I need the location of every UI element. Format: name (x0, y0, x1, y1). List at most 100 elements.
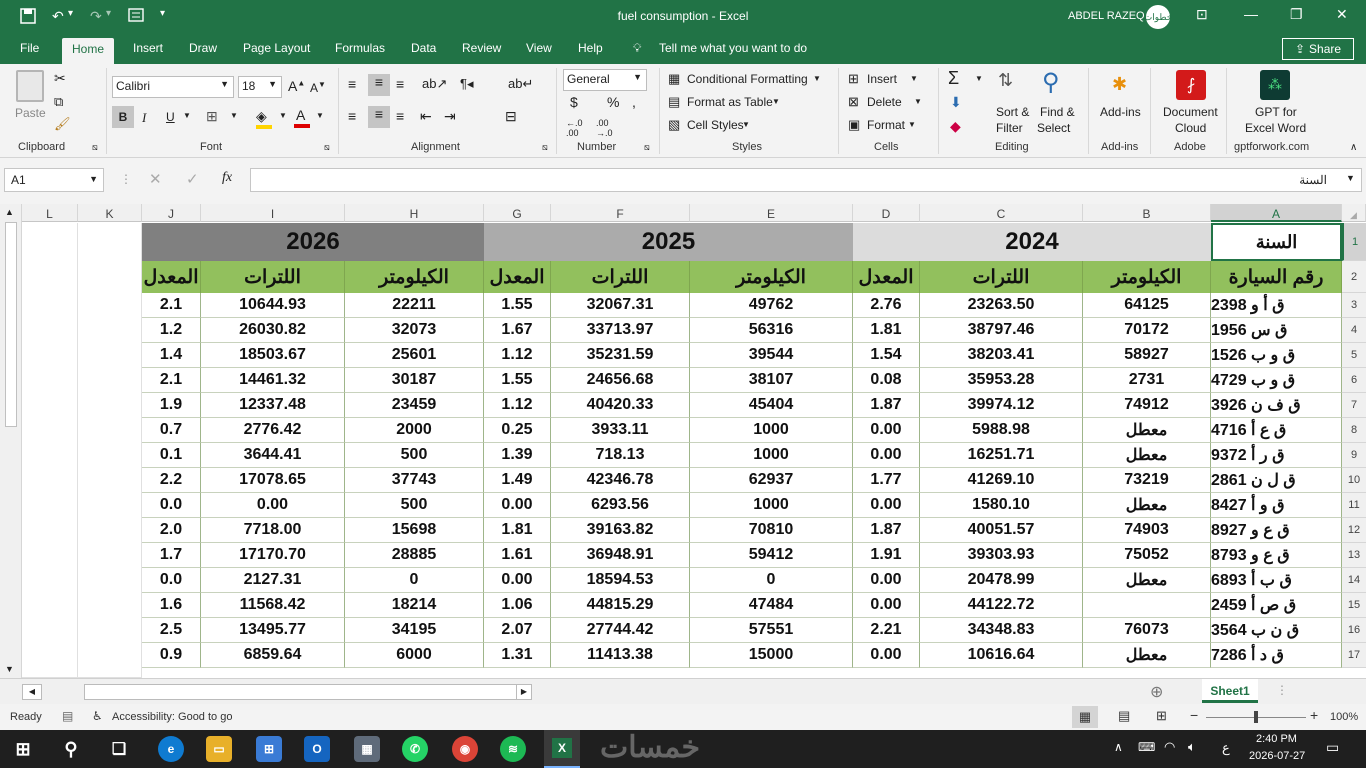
header-car-number[interactable]: رقم السيارة (1211, 261, 1342, 293)
data-cell[interactable]: 1.6 (142, 593, 201, 618)
data-cell[interactable]: 1.06 (484, 593, 551, 618)
data-cell[interactable]: 39974.12 (920, 393, 1083, 418)
data-cell[interactable]: 1.87 (853, 393, 920, 418)
scroll-right-icon[interactable]: ▶ (516, 684, 532, 700)
data-cell[interactable]: 1.77 (853, 468, 920, 493)
data-cell[interactable]: 0.00 (853, 643, 920, 668)
data-cell[interactable]: 1.7 (142, 543, 201, 568)
minimize-icon[interactable]: — (1244, 6, 1258, 22)
document-cloud-line2[interactable]: Cloud (1175, 121, 1206, 135)
data-cell[interactable]: 10616.64 (920, 643, 1083, 668)
chevron-down-icon[interactable]: ▼ (316, 111, 324, 120)
header-km-2024[interactable]: الكيلومتر (1083, 261, 1211, 293)
data-cell[interactable]: 47484 (690, 593, 853, 618)
data-cell[interactable]: 0.00 (853, 493, 920, 518)
chevron-down-icon[interactable]: ▼ (742, 120, 750, 129)
insert-button[interactable]: Insert (867, 72, 897, 86)
decrease-indent-icon[interactable]: ⇤ (420, 108, 432, 125)
year-2026-header[interactable]: 2026 (142, 223, 484, 261)
data-cell[interactable]: 39163.82 (551, 518, 690, 543)
data-cell[interactable]: 17078.65 (201, 468, 345, 493)
cell-styles-button[interactable]: Cell Styles (687, 118, 744, 132)
row-header[interactable]: 5 (1342, 343, 1366, 368)
data-cell[interactable]: 718.13 (551, 443, 690, 468)
data-cell[interactable]: 6000 (345, 643, 484, 668)
data-cell[interactable]: 40051.57 (920, 518, 1083, 543)
number-launcher-icon[interactable]: ⧅ (644, 142, 650, 153)
volume-icon[interactable]: 🔈︎ (1188, 739, 1196, 755)
data-cell[interactable]: 2000 (345, 418, 484, 443)
wrap-text-icon[interactable]: ab↵ (508, 76, 533, 92)
align-right-icon[interactable]: ≡ (396, 108, 404, 124)
column-header-a[interactable]: A (1211, 204, 1342, 222)
underline-button[interactable]: U (166, 110, 175, 124)
data-cell[interactable]: 59412 (690, 543, 853, 568)
gpt-line1[interactable]: GPT for (1255, 105, 1297, 119)
row-header[interactable]: 13 (1342, 543, 1366, 568)
percent-icon[interactable]: % (607, 94, 619, 110)
header-liters-2025[interactable]: اللترات (551, 261, 690, 293)
decrease-font-icon[interactable]: A▼ (310, 80, 326, 95)
data-cell[interactable]: 24656.68 (551, 368, 690, 393)
data-cell[interactable]: 0.9 (142, 643, 201, 668)
data-cell[interactable]: 2127.31 (201, 568, 345, 593)
data-cell[interactable]: 56316 (690, 318, 853, 343)
data-cell[interactable]: معطل (1083, 568, 1211, 593)
normal-view-icon[interactable]: ▦ (1072, 706, 1098, 728)
whatsapp-icon[interactable]: ✆ (402, 736, 428, 762)
worksheet[interactable]: L K J I H G F E D C B A ◢ ▲ ▼ 2026 2025 … (0, 204, 1366, 678)
data-cell[interactable]: 18214 (345, 593, 484, 618)
data-cell[interactable]: 36948.91 (551, 543, 690, 568)
data-cell[interactable]: 2.07 (484, 618, 551, 643)
data-cell[interactable]: 57551 (690, 618, 853, 643)
data-cell[interactable]: 34348.83 (920, 618, 1083, 643)
file-explorer-icon[interactable]: ▭ (206, 736, 232, 762)
gpt-line2[interactable]: Excel Word (1245, 121, 1306, 135)
chevron-down-icon[interactable]: ▼ (908, 120, 916, 129)
header-km-2025[interactable]: الكيلومتر (690, 261, 853, 293)
data-cell[interactable]: 35953.28 (920, 368, 1083, 393)
row-header[interactable]: 11 (1342, 493, 1366, 518)
tab-review[interactable]: Review (462, 41, 501, 55)
data-cell[interactable]: 25601 (345, 343, 484, 368)
car-number-cell[interactable]: ق د أ 7286 (1211, 643, 1342, 668)
chevron-down-icon[interactable]: ▼ (230, 111, 238, 120)
tab-options-icon[interactable]: ⋮ (1276, 683, 1288, 697)
data-cell[interactable]: 38203.41 (920, 343, 1083, 368)
text-direction-icon[interactable]: ¶◂ (460, 76, 474, 92)
row-header[interactable]: 1 (1342, 223, 1366, 261)
sort-filter-line1[interactable]: Sort & (996, 105, 1029, 119)
data-cell[interactable]: 32073 (345, 318, 484, 343)
clock-date[interactable]: 2026-07-27 (1249, 750, 1305, 762)
data-cell[interactable]: 0.00 (484, 493, 551, 518)
tell-me-box[interactable]: Tell me what you want to do (659, 41, 807, 55)
tab-view[interactable]: View (526, 41, 552, 55)
data-cell[interactable]: 0 (690, 568, 853, 593)
data-cell[interactable]: 74912 (1083, 393, 1211, 418)
chevron-down-icon[interactable]: ▼ (914, 97, 922, 106)
tab-data[interactable]: Data (411, 41, 436, 55)
row-header[interactable]: 14 (1342, 568, 1366, 593)
chevron-down-icon[interactable]: ▼ (813, 74, 821, 83)
header-liters-2024[interactable]: اللترات (920, 261, 1083, 293)
document-cloud-line1[interactable]: Document (1163, 105, 1218, 119)
row-header[interactable]: 4 (1342, 318, 1366, 343)
calculator-icon[interactable]: ▦ (354, 736, 380, 762)
tab-file[interactable]: File (20, 41, 39, 55)
data-cell[interactable]: 42346.78 (551, 468, 690, 493)
data-cell[interactable]: 75052 (1083, 543, 1211, 568)
expand-formula-icon[interactable]: ▼ (1346, 173, 1355, 183)
store-icon[interactable]: ⊞ (256, 736, 282, 762)
scroll-left-icon[interactable]: ◀ (22, 684, 42, 700)
data-cell[interactable]: 2.2 (142, 468, 201, 493)
column-header-i[interactable]: I (201, 204, 345, 222)
close-icon[interactable]: ✕ (1336, 6, 1348, 23)
increase-decimal-icon[interactable]: ←.0.00 (566, 118, 583, 138)
italic-button[interactable]: I (142, 110, 146, 126)
tab-page-layout[interactable]: Page Layout (243, 41, 310, 55)
comma-icon[interactable]: , (632, 94, 636, 110)
data-cell[interactable]: 1.87 (853, 518, 920, 543)
fill-icon[interactable]: ⬇ (950, 94, 962, 111)
data-cell[interactable]: 74903 (1083, 518, 1211, 543)
data-cell[interactable]: معطل (1083, 643, 1211, 668)
